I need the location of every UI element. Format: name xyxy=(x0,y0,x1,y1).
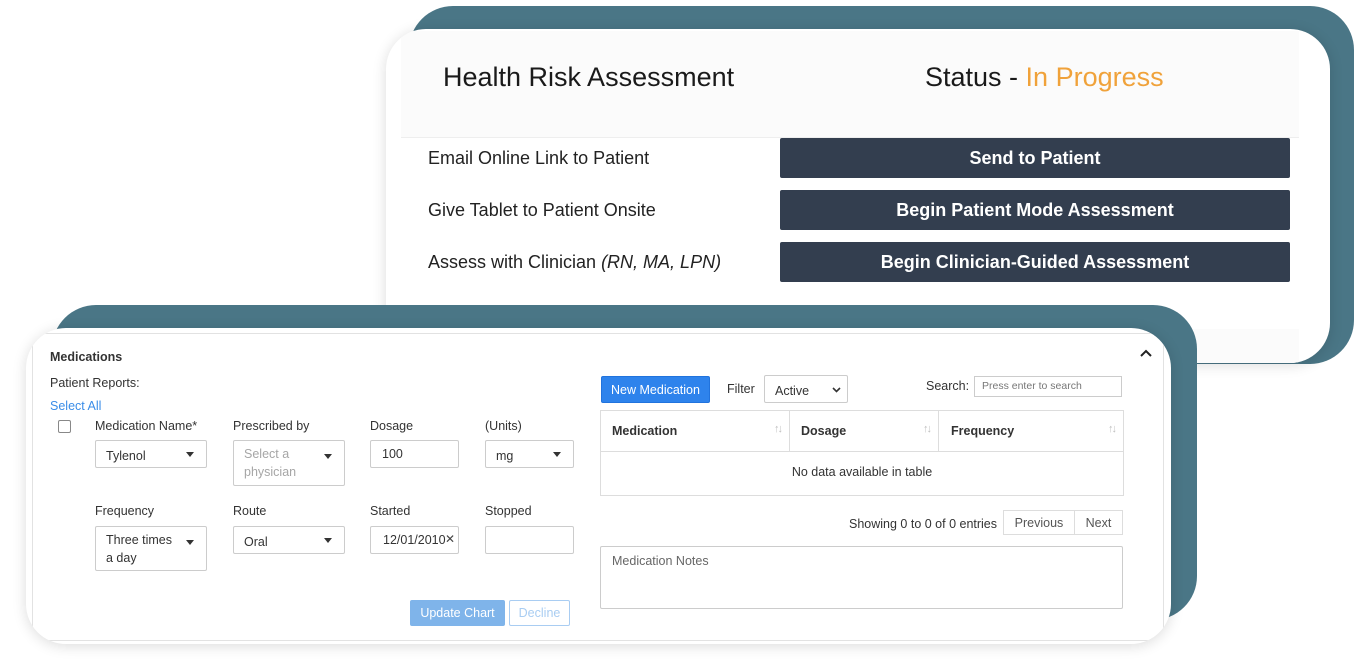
column-header-frequency[interactable]: Frequency ↑↓ xyxy=(938,411,1123,451)
hra-header: Health Risk Assessment Status - In Progr… xyxy=(401,31,1299,138)
hra-status: Status - In Progress xyxy=(925,62,1164,93)
empty-table-message: No data available in table xyxy=(791,465,933,479)
status-label: Status - xyxy=(925,62,1026,92)
new-medication-button[interactable]: New Medication xyxy=(601,376,710,403)
search-input[interactable]: Press enter to search xyxy=(974,376,1122,397)
next-page-button[interactable]: Next xyxy=(1074,510,1123,535)
previous-page-button[interactable]: Previous xyxy=(1003,510,1075,535)
stopped-date-input[interactable] xyxy=(485,526,574,554)
started-label: Started xyxy=(370,504,411,518)
caret-down-icon xyxy=(324,538,332,543)
frequency-label: Frequency xyxy=(95,504,155,518)
sort-icon: ↑↓ xyxy=(774,423,783,435)
send-to-patient-button[interactable]: Send to Patient xyxy=(780,138,1290,178)
table-info-text: Showing 0 to 0 of 0 entries xyxy=(849,517,998,531)
status-value: In Progress xyxy=(1025,62,1164,92)
chevron-down-icon xyxy=(832,387,841,393)
units-label: (Units) xyxy=(485,419,522,433)
select-medication-checkbox[interactable] xyxy=(58,420,71,433)
begin-patient-mode-button[interactable]: Begin Patient Mode Assessment xyxy=(780,190,1290,230)
medication-name-label: Medication Name* xyxy=(95,419,198,433)
started-date-input[interactable]: 12/01/2010 ✕ xyxy=(370,526,459,554)
clear-date-icon[interactable]: ✕ xyxy=(445,532,455,546)
filter-label: Filter xyxy=(727,382,755,396)
begin-clinician-guided-button[interactable]: Begin Clinician-Guided Assessment xyxy=(780,242,1290,282)
medication-name-select[interactable]: Tylenol xyxy=(95,440,207,468)
search-label: Search: xyxy=(926,379,970,393)
column-header-medication[interactable]: Medication ↑↓ xyxy=(601,411,789,451)
table-header: Medication ↑↓ Dosage ↑↓ Frequency ↑↓ xyxy=(601,411,1123,452)
caret-down-icon xyxy=(324,454,332,459)
caret-down-icon xyxy=(553,452,561,457)
dosage-input[interactable]: 100 xyxy=(370,440,459,468)
medications-title: Medications xyxy=(50,350,123,364)
units-select[interactable]: mg xyxy=(485,440,574,468)
decline-button[interactable]: Decline xyxy=(509,600,570,626)
medications-table: Medication ↑↓ Dosage ↑↓ Frequency ↑↓ No dat… xyxy=(600,410,1124,496)
give-tablet-label: Give Tablet to Patient Onsite xyxy=(428,200,656,220)
select-all-link[interactable]: Select All xyxy=(50,399,101,413)
caret-down-icon xyxy=(186,452,194,457)
medications-panel: Medications Patient Reports: Select All … xyxy=(32,333,1164,641)
frequency-select[interactable]: Three times a day xyxy=(95,526,207,571)
sort-icon: ↑↓ xyxy=(1108,423,1117,435)
email-link-label: Email Online Link to Patient xyxy=(428,148,650,168)
prescribed-by-select[interactable]: Select a physician xyxy=(233,440,345,486)
assess-clinician-label: Assess with Clinician (RN, MA, LPN) xyxy=(428,252,722,272)
update-chart-button[interactable]: Update Chart xyxy=(410,600,505,626)
patient-reports-label: Patient Reports: xyxy=(50,376,140,390)
medications-card: Medications Patient Reports: Select All … xyxy=(26,328,1171,644)
prescribed-by-label: Prescribed by xyxy=(233,419,310,433)
dosage-label: Dosage xyxy=(370,419,414,433)
medication-notes-textarea[interactable]: Medication Notes xyxy=(600,546,1123,609)
hra-title: Health Risk Assessment xyxy=(443,62,735,92)
caret-down-icon xyxy=(186,540,194,545)
stopped-label: Stopped xyxy=(485,504,532,518)
clinician-roles: (RN, MA, LPN) xyxy=(601,252,722,272)
route-label: Route xyxy=(233,504,267,518)
route-select[interactable]: Oral xyxy=(233,526,345,554)
filter-select[interactable]: Active xyxy=(764,375,848,403)
sort-icon: ↑↓ xyxy=(923,423,932,435)
chevron-up-icon[interactable] xyxy=(1139,348,1153,358)
column-header-dosage[interactable]: Dosage ↑↓ xyxy=(789,411,938,451)
